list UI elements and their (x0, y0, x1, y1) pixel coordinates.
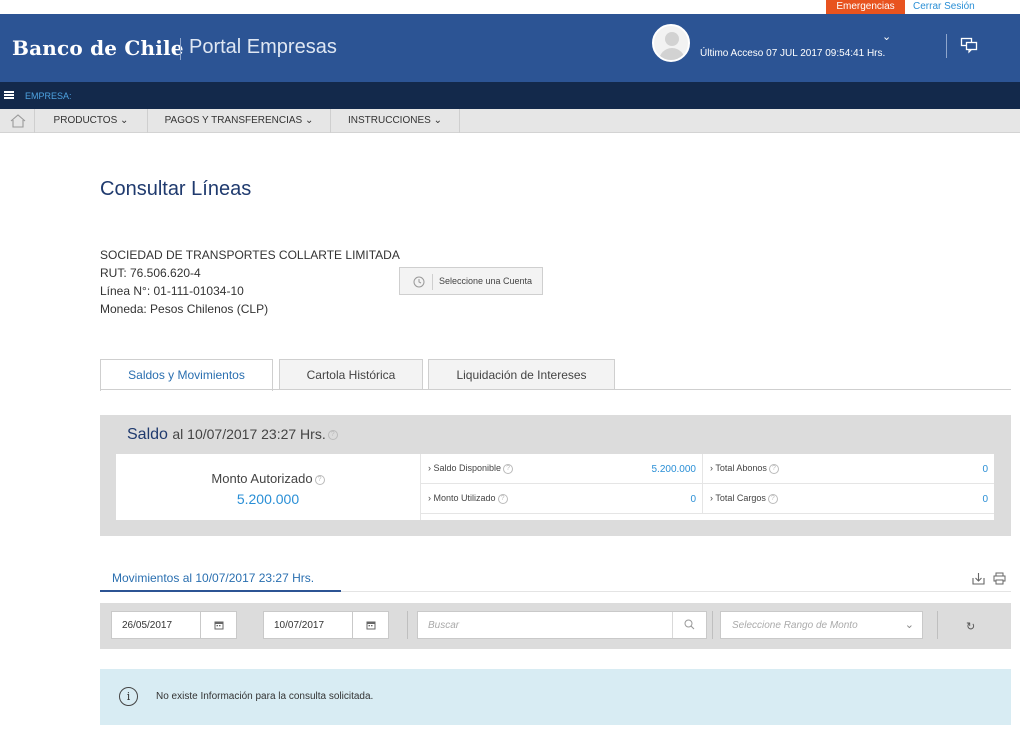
total-abonos[interactable]: › Total Abonos? 0 (702, 454, 994, 484)
refresh-icon[interactable]: ↻ (966, 620, 975, 633)
tab-saldos-movimientos[interactable]: Saldos y Movimientos (100, 359, 273, 391)
portal-title: Portal Empresas (189, 36, 337, 58)
saldo-disponible[interactable]: › Saldo Disponible? 5.200.000 (421, 454, 702, 484)
main-menu: PRODUCTOS ⌄ PAGOS Y TRANSFERENCIAS ⌄ INS… (0, 109, 1020, 133)
download-icon[interactable] (972, 572, 985, 585)
logout-link[interactable]: Cerrar Sesión (913, 0, 975, 14)
calendar-icon (214, 621, 224, 630)
header: Banco de Chile Portal Empresas ⌄ Último … (0, 14, 1020, 82)
last-access-text: Último Acceso 07 JUL 2017 09:54:41 Hrs. (700, 48, 886, 59)
saldo-label: Saldo (127, 426, 168, 443)
avatar[interactable] (652, 24, 690, 62)
refresh-account-icon (413, 276, 425, 288)
menu-instrucciones-label: INSTRUCCIONES (348, 115, 431, 126)
chat-icon[interactable] (960, 36, 978, 54)
tab-divider (100, 389, 1011, 390)
tab-cartola-historica[interactable]: Cartola Histórica (279, 359, 423, 390)
monto-autorizado-value: 5.200.000 (236, 491, 300, 507)
menu-icon[interactable] (4, 91, 14, 99)
search-button[interactable] (672, 612, 706, 638)
help-icon[interactable]: ? (767, 493, 778, 504)
monto-utilizado-value: 0 (690, 494, 696, 505)
total-cargos[interactable]: › Total Cargos? 0 (702, 484, 994, 514)
search-icon (684, 619, 695, 630)
avatar-head-icon (665, 32, 679, 46)
calendar-icon (366, 621, 376, 630)
filter-divider (407, 611, 408, 639)
empresa-bar: EMPRESA: (0, 82, 1020, 109)
calendar-button[interactable] (200, 612, 236, 638)
filter-divider (937, 611, 938, 639)
bank-logo[interactable]: Banco de Chile (12, 36, 184, 60)
moneda: Moneda: Pesos Chilenos (CLP) (100, 302, 269, 316)
chevron-down-icon: ⌄ (120, 115, 129, 126)
tab-movimientos[interactable]: Movimientos al 10/07/2017 23:27 Hrs. (100, 568, 341, 592)
total-abonos-value: 0 (982, 464, 988, 475)
saldo-panel: Saldo al 10/07/2017 23:27 Hrs.? Monto Au… (100, 415, 1011, 536)
filter-divider (712, 611, 713, 639)
calendar-button[interactable] (352, 612, 388, 638)
account-info: SOCIEDAD DE TRANSPORTES COLLARTE LIMITAD… (100, 246, 400, 318)
monto-utilizado-label: Monto Utilizado (433, 493, 496, 503)
emergencias-button[interactable]: Emergencias (826, 0, 905, 14)
info-icon: i (119, 687, 138, 706)
total-cargos-value: 0 (982, 494, 988, 505)
date-from-field[interactable]: 26/05/2017 (111, 611, 237, 639)
menu-productos-label: PRODUCTOS (53, 115, 118, 126)
home-icon (10, 114, 26, 128)
top-strip: Emergencias Cerrar Sesión (0, 0, 1020, 14)
user-menu-chevron-icon[interactable]: ⌄ (882, 30, 891, 43)
linea-number: Línea N°: 01-111-01034-10 (100, 284, 244, 298)
empresa-label[interactable]: EMPRESA: (25, 91, 72, 101)
monto-autorizado-label: Monto Autorizado (211, 471, 313, 486)
chevron-down-icon: ⌄ (904, 619, 914, 631)
monto-utilizado[interactable]: › Monto Utilizado? 0 (421, 484, 702, 514)
rut: RUT: 76.506.620-4 (100, 266, 201, 280)
page-title: Consultar Líneas (100, 178, 252, 200)
menu-pagos-label: PAGOS Y TRANSFERENCIAS (164, 115, 303, 126)
monto-range-select[interactable]: Seleccione Rango de Monto ⌄ (720, 611, 923, 639)
saldo-date: al 10/07/2017 23:27 Hrs. (172, 426, 326, 442)
help-icon[interactable]: ? (327, 429, 338, 440)
chevron-down-icon: ⌄ (433, 115, 442, 126)
chevron-down-icon: ⌄ (305, 115, 314, 126)
tab-liquidacion-intereses[interactable]: Liquidación de Intereses (428, 359, 615, 390)
saldo-disponible-value: 5.200.000 (651, 464, 697, 475)
info-text: No existe Información para la consulta s… (156, 691, 374, 702)
saldo-title: Saldo al 10/07/2017 23:27 Hrs.? (127, 426, 338, 444)
total-abonos-label: Total Abonos (715, 463, 767, 473)
select-account-button[interactable]: Seleccione una Cuenta (399, 267, 543, 295)
avatar-body-icon (659, 48, 685, 60)
help-icon[interactable]: ? (768, 463, 779, 474)
print-icon[interactable] (993, 572, 1006, 585)
help-icon[interactable]: ? (314, 474, 325, 485)
menu-productos[interactable]: PRODUCTOS ⌄ (35, 109, 148, 133)
button-divider (432, 274, 433, 290)
date-from-value: 26/05/2017 (122, 620, 173, 631)
search-input[interactable]: Buscar (417, 611, 707, 639)
help-icon[interactable]: ? (503, 463, 514, 474)
total-cargos-label: Total Cargos (715, 493, 766, 503)
logo-divider (180, 38, 181, 60)
menu-instrucciones[interactable]: INSTRUCCIONES ⌄ (331, 109, 460, 133)
header-divider (946, 34, 947, 58)
date-to-field[interactable]: 10/07/2017 (263, 611, 389, 639)
company-name: SOCIEDAD DE TRANSPORTES COLLARTE LIMITAD… (100, 248, 400, 262)
monto-range-placeholder: Seleccione Rango de Monto (732, 620, 858, 631)
search-placeholder: Buscar (428, 620, 460, 631)
saldo-disponible-label: Saldo Disponible (433, 463, 502, 473)
info-message: i No existe Información para la consulta… (100, 669, 1011, 725)
home-button[interactable] (0, 109, 35, 133)
monto-autorizado: Monto Autorizado? 5.200.000 (116, 454, 421, 520)
select-account-label: Seleccione una Cuenta (439, 276, 533, 286)
date-to-value: 10/07/2017 (274, 620, 325, 631)
saldo-details: Monto Autorizado? 5.200.000 › Saldo Disp… (116, 454, 994, 520)
filter-bar: 26/05/2017 10/07/2017 Buscar Seleccione … (100, 603, 1011, 649)
help-icon[interactable]: ? (497, 493, 508, 504)
menu-pagos-transferencias[interactable]: PAGOS Y TRANSFERENCIAS ⌄ (148, 109, 331, 133)
